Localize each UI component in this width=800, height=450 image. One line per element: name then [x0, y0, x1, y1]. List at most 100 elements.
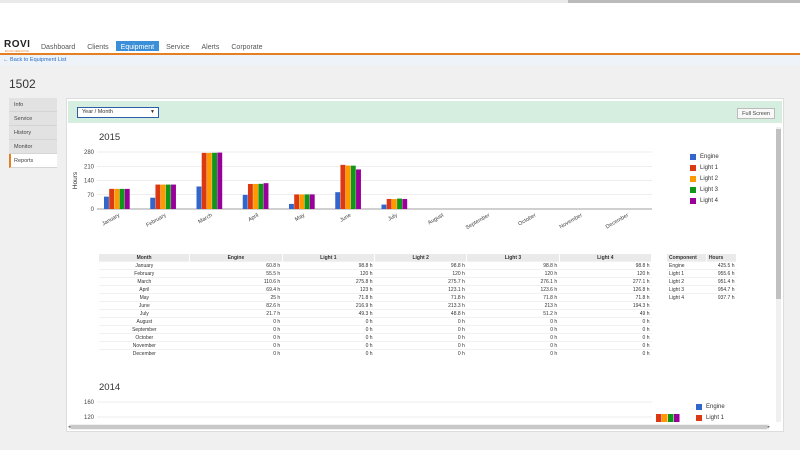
legend-swatch — [690, 153, 696, 160]
bar-light-3-february — [165, 184, 171, 209]
table-row: December 0 h0 h0 h0 h0 h — [99, 349, 652, 357]
side-nav: Info Service History Monitor Reports — [9, 98, 57, 168]
bar-light-4-april — [263, 183, 269, 209]
legend-item-light-1[interactable]: Light 1 — [690, 162, 719, 173]
column-header-hours[interactable]: Hours — [706, 254, 738, 262]
nav-tab-service[interactable]: Service — [161, 41, 194, 51]
y-tick-label: 280 — [84, 150, 95, 156]
legend-item-engine[interactable]: Engine — [690, 151, 719, 162]
legend-item-light-2[interactable]: Light 2 — [690, 173, 719, 184]
table-row: January 60.8 h 98.8 h 98.8 h 98.8 h 98.8 h — [99, 261, 652, 270]
table-cell: 194.3 h — [559, 301, 652, 310]
monthly-hours-table: Month Engine Light 1 Light 2 Light 3 Light 4J… — [99, 254, 653, 357]
vertical-scroll-thumb[interactable] — [776, 129, 781, 299]
table-row: April 69.4 h 123 h 123.1 h 123.6 h 126.8 h — [99, 285, 652, 294]
nav-tab-alerts[interactable]: Alerts — [196, 41, 224, 51]
table-cell: June — [99, 301, 190, 310]
table-row: August 0 h0 h0 h0 h0 h — [99, 317, 652, 326]
table-cell: 0 h — [559, 333, 652, 342]
bar-light-4-january — [124, 188, 130, 209]
nav-tab-equipment[interactable]: Equipment — [115, 41, 160, 51]
legend-item-light-1[interactable]: Light 1 — [696, 412, 725, 423]
table-cell: 71.8 h — [559, 293, 652, 302]
legend-item-light-3[interactable]: Light 3 — [690, 184, 719, 195]
legend-swatch — [690, 186, 696, 193]
side-nav-item-service[interactable]: Service — [9, 112, 57, 126]
bar-light-1-july — [386, 198, 392, 209]
bar-light-1-may — [294, 194, 300, 209]
table-cell: 213.3 h — [374, 301, 467, 310]
table-row: September 0 h0 h0 h0 h0 h — [99, 325, 652, 334]
y-tick-label: 0 — [91, 207, 95, 213]
scroll-right-icon[interactable]: ▸ — [767, 424, 770, 430]
side-nav-item-monitor[interactable]: Monitor — [9, 140, 57, 154]
browser-strip-dark — [568, 0, 800, 3]
table-row: November 0 h0 h0 h0 h0 h — [99, 341, 652, 350]
table-cell: July — [99, 309, 190, 318]
vertical-scrollbar[interactable] — [776, 127, 781, 422]
table-row: Engine 425.5 h — [667, 261, 737, 270]
table-cell: 123.6 h — [466, 285, 560, 294]
column-header-component[interactable]: Component — [667, 254, 707, 262]
sub-bar: ← Back to Equipment List — [0, 55, 800, 65]
side-nav-item-info[interactable]: Info — [9, 98, 57, 112]
x-tick-label: June — [339, 213, 352, 224]
bar-light-2-march — [206, 152, 212, 209]
x-tick-label: April — [247, 213, 260, 224]
legend-2015: Engine Light 1 Light 2 Light 3 Light 4 — [690, 151, 719, 206]
period-select[interactable]: Year / Month ▼ — [77, 107, 159, 118]
column-header-light-3[interactable]: Light 3 — [466, 254, 560, 262]
bar-light-1-march — [201, 152, 207, 209]
side-nav-item-reports[interactable]: Reports — [9, 154, 57, 168]
bar-engine-april — [242, 194, 248, 209]
table-cell: 216.9 h — [282, 301, 375, 310]
bar-engine-july — [381, 204, 387, 209]
full-screen-button[interactable]: Full Screen — [737, 108, 775, 119]
table-cell: 0 h — [559, 341, 652, 350]
bar-light-4-february — [171, 184, 176, 209]
table-cell: 71.8 h — [282, 293, 375, 302]
nav-tab-dashboard[interactable]: Dashboard — [36, 41, 80, 51]
table-cell: 49.3 h — [282, 309, 375, 318]
bar-light-1-2014 — [656, 414, 662, 422]
legend-label: Light 2 — [700, 175, 719, 182]
chart-2015: 280 210 140 70 0 Hours January February March Apr… — [72, 150, 652, 231]
x-tick-label: September — [465, 212, 491, 231]
bar-light-3-may — [304, 194, 310, 209]
side-nav-item-history[interactable]: History — [9, 126, 57, 140]
table-cell: May — [99, 293, 190, 302]
legend-item-engine[interactable]: Engine — [696, 401, 725, 412]
legend-item-light-4[interactable]: Light 4 — [690, 195, 719, 206]
column-header-light-1[interactable]: Light 1 — [282, 254, 376, 262]
back-to-equipment-link[interactable]: ← Back to Equipment List — [3, 57, 66, 63]
component-totals-table: Component Hours Engine 425.5 h Light 1 955.6 … — [667, 254, 738, 301]
logo[interactable]: ROVI ENGINEERING — [4, 39, 34, 53]
nav-tab-corporate[interactable]: Corporate — [226, 41, 267, 51]
column-header-light-2[interactable]: Light 2 — [374, 254, 468, 262]
table-cell: 0 h — [374, 325, 467, 334]
table-cell: 0 h — [559, 325, 652, 334]
horizontal-scroll-thumb[interactable] — [71, 425, 767, 429]
table-row: Light 2 951.4 h — [667, 277, 737, 286]
table-row: February 55.5 h 120 h 120 h 120 h 120 h — [99, 269, 652, 278]
column-header-month[interactable]: Month — [99, 254, 191, 262]
horizontal-scrollbar[interactable]: ◂ ▸ — [68, 424, 770, 430]
table-row: Light 1 955.6 h — [667, 269, 737, 278]
table-cell: 0 h — [466, 341, 560, 350]
legend-swatch — [696, 403, 702, 410]
table-cell: 120 h — [559, 269, 652, 278]
table-cell: 275.7 h — [374, 277, 467, 286]
bar-light-1-january — [109, 188, 115, 209]
table-cell: 0 h — [282, 317, 375, 326]
table-cell: 0 h — [374, 341, 467, 350]
y-tick-label: 140 — [84, 179, 95, 185]
column-header-light-4[interactable]: Light 4 — [559, 254, 653, 262]
table-cell: 98.8 h — [559, 261, 652, 270]
top-bar — [0, 0, 800, 34]
nav-tab-clients[interactable]: Clients — [82, 41, 113, 51]
column-header-engine[interactable]: Engine — [189, 254, 283, 262]
chart-title-2015: 2015 — [99, 132, 121, 143]
table-cell: 25 h — [189, 293, 283, 302]
bar-light-2-february — [160, 184, 166, 209]
table-cell: 0 h — [189, 341, 283, 350]
